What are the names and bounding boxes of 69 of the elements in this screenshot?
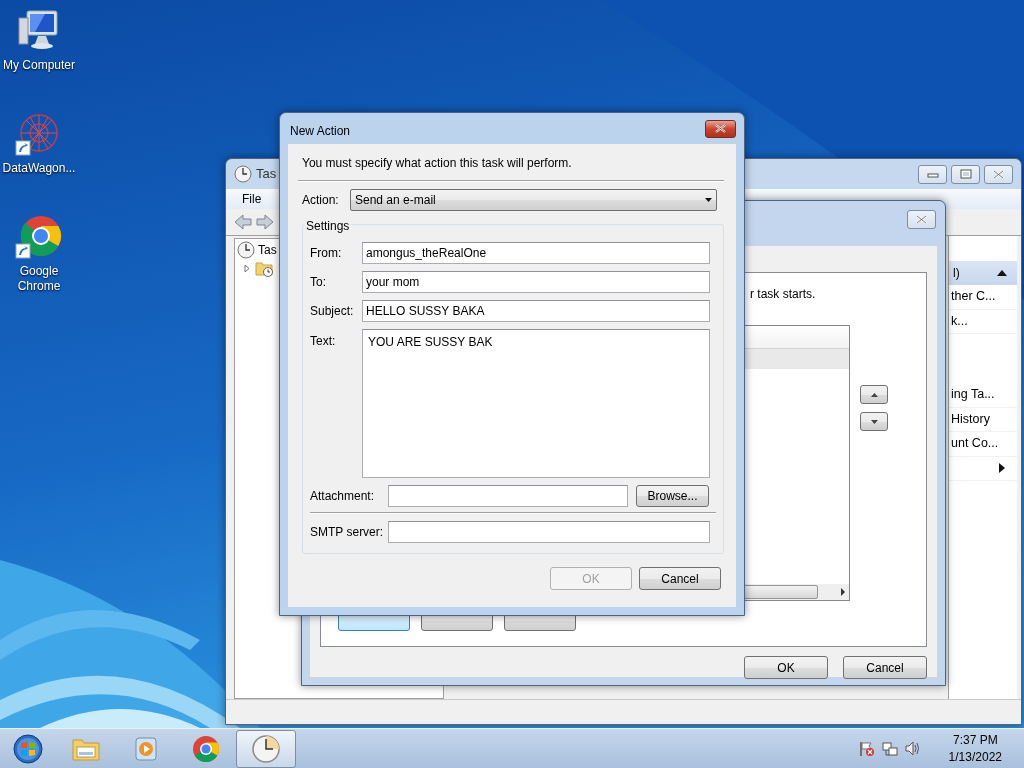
clock-icon	[251, 733, 281, 764]
maximize-icon	[959, 169, 972, 179]
scroll-right-icon[interactable]	[841, 588, 845, 596]
desktop-icon-label[interactable]: My Computer	[0, 58, 78, 73]
start-button[interactable]	[13, 733, 43, 764]
desktop-icon-label[interactable]: Google Chrome	[0, 264, 78, 294]
expander-icon[interactable]	[243, 263, 252, 273]
flag-icon[interactable]	[857, 740, 875, 757]
clock-time[interactable]: 7:37 PM	[952, 731, 998, 749]
dialog-title: New Action	[290, 122, 351, 140]
tree-item[interactable]: Tas	[258, 241, 277, 259]
submenu-arrow-icon[interactable]	[999, 463, 1005, 474]
dialog-button[interactable]: OK	[744, 656, 828, 679]
action-item[interactable]: unt Co...	[949, 432, 1017, 457]
browser-icon[interactable]	[15, 214, 63, 260]
input-field[interactable]	[388, 521, 710, 543]
instruction-text: r task starts.	[750, 287, 816, 301]
browser-icon	[191, 733, 221, 764]
close-button[interactable]	[705, 119, 736, 138]
action-item[interactable]: k...	[949, 309, 1017, 334]
desktop-icon-label[interactable]: DataWagon...	[0, 161, 78, 176]
menu-item[interactable]: File	[242, 190, 262, 208]
section-title: l)	[953, 265, 960, 282]
clock-date[interactable]: 1/13/2022	[948, 748, 1002, 766]
field-label: Attachment:	[310, 488, 376, 505]
dialog-button[interactable]: Cancel	[639, 567, 721, 590]
prompt-text: You must specify what action this task will perform.	[301, 155, 573, 172]
action-dropdown[interactable]: Send an e-mail	[350, 189, 717, 211]
close-icon	[915, 215, 928, 224]
text-area[interactable]: YOU ARE SUSSY BAK	[362, 329, 710, 478]
input-field[interactable]	[388, 485, 628, 507]
minimize-icon	[926, 170, 939, 178]
caret-icon	[705, 198, 712, 202]
close-button[interactable]	[984, 164, 1013, 184]
maximize-button[interactable]	[951, 164, 980, 184]
network-icon[interactable]	[880, 740, 898, 757]
input-field[interactable]: amongus_theRealOne	[362, 242, 710, 264]
field-label: From:	[310, 245, 343, 262]
field-label: Action:	[302, 192, 340, 209]
browse-button[interactable]: Browse...	[636, 485, 709, 507]
section-header[interactable]: l)	[949, 261, 1017, 285]
action-item[interactable]: ther C...	[949, 285, 1017, 310]
minimize-button[interactable]	[918, 164, 947, 184]
action-item[interactable]: History	[949, 407, 1017, 432]
collapse-icon	[997, 269, 1007, 277]
action-item[interactable]: ing Ta...	[949, 383, 1017, 408]
close-icon	[714, 124, 727, 133]
window-title: Tas	[256, 165, 277, 184]
down-arrow-icon	[870, 420, 878, 425]
field-label: SMTP server:	[310, 524, 385, 541]
close-button[interactable]	[907, 210, 936, 229]
close-icon	[992, 169, 1005, 179]
input-field[interactable]: your mom	[362, 271, 710, 293]
field-label: Text:	[310, 333, 337, 350]
dropdown-value: Send an e-mail	[355, 192, 436, 209]
folder-icon	[255, 259, 273, 277]
dialog-button[interactable]: Cancel	[843, 656, 927, 679]
clock-icon	[234, 165, 252, 183]
field-label: Subject:	[310, 303, 355, 320]
volume-icon[interactable]	[903, 740, 921, 757]
back-arrow-icon[interactable]	[234, 214, 252, 230]
move-down-button[interactable]	[860, 412, 888, 431]
forward-arrow-icon[interactable]	[256, 214, 274, 230]
clock-icon	[237, 241, 255, 259]
up-arrow-icon	[870, 393, 878, 398]
field-label: To:	[310, 274, 327, 291]
input-field[interactable]: HELLO SUSSY BAKA	[362, 300, 710, 322]
taskbar-button[interactable]	[236, 729, 296, 768]
move-up-button[interactable]	[860, 385, 888, 404]
